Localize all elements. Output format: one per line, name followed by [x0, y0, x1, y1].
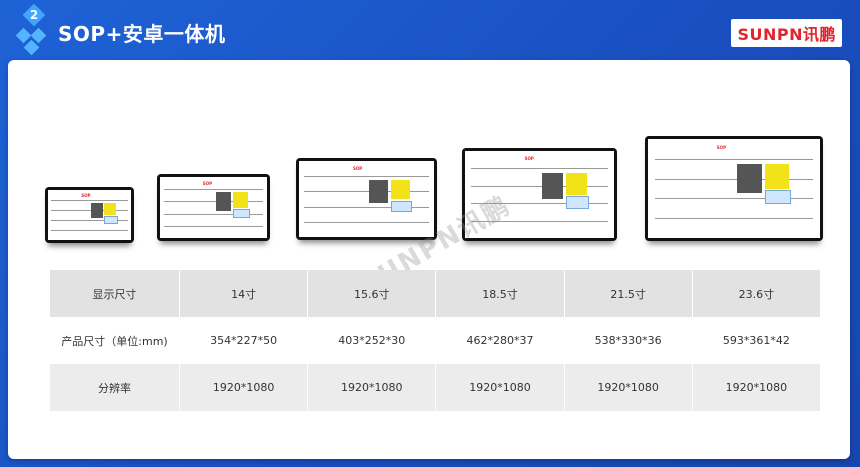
table-cell: 354*227*50 — [179, 317, 309, 364]
table-row: 产品尺寸（单位:mm) 354*227*50 403*252*30 462*28… — [50, 317, 822, 364]
table-cell: 产品尺寸（单位:mm) — [50, 317, 180, 364]
sop-stamp: SOP — [81, 193, 91, 198]
sop-stamp: SOP — [202, 180, 213, 186]
device-18-5: SOP — [296, 158, 437, 240]
table-cell: 显示尺寸 — [50, 270, 180, 317]
brand-logo: SUNPN讯鹏 — [731, 19, 842, 47]
device-screen: SOP — [160, 177, 267, 238]
table-cell: 1920*1080 — [564, 364, 693, 411]
table-row: 分辨率 1920*1080 1920*1080 1920*1080 1920*1… — [50, 364, 822, 411]
header: 2 SOP+安卓一体机 SUNPN讯鹏 — [0, 0, 860, 60]
table-row: 显示尺寸 14寸 15.6寸 18.5寸 21.5寸 23.6寸 — [50, 270, 822, 317]
table-cell: 1920*1080 — [435, 364, 565, 411]
table-cell: 分辨率 — [50, 364, 180, 411]
sop-stamp: SOP — [353, 165, 363, 171]
spec-table: 显示尺寸 14寸 15.6寸 18.5寸 21.5寸 23.6寸 产品尺寸（单位… — [50, 270, 822, 411]
table-cell: 1920*1080 — [307, 364, 437, 411]
device-screen: SOP — [299, 161, 434, 237]
slide: 2 SOP+安卓一体机 SUNPN讯鹏 SOP SOP SOP SOP SOP … — [0, 0, 860, 467]
table-cell: 23.6寸 — [692, 270, 822, 317]
table-cell: 538*330*36 — [564, 317, 693, 364]
device-screen: SOP — [648, 139, 820, 238]
page-title: SOP+安卓一体机 — [58, 22, 226, 46]
table-cell: 403*252*30 — [307, 317, 437, 364]
table-cell: 462*280*37 — [435, 317, 565, 364]
table-cell: 1920*1080 — [179, 364, 309, 411]
device-screen: SOP — [48, 190, 131, 240]
sop-stamp: SOP — [524, 156, 534, 162]
section-number: 2 — [29, 8, 39, 22]
table-cell: 18.5寸 — [435, 270, 565, 317]
table-cell: 593*361*42 — [692, 317, 822, 364]
table-cell: 21.5寸 — [564, 270, 693, 317]
device-15-6: SOP — [157, 174, 270, 241]
device-23-6: SOP — [645, 136, 823, 241]
table-cell: 1920*1080 — [692, 364, 822, 411]
sop-stamp: SOP — [716, 144, 727, 150]
device-14: SOP — [45, 187, 134, 243]
table-cell: 15.6寸 — [307, 270, 437, 317]
table-cell: 14寸 — [179, 270, 309, 317]
